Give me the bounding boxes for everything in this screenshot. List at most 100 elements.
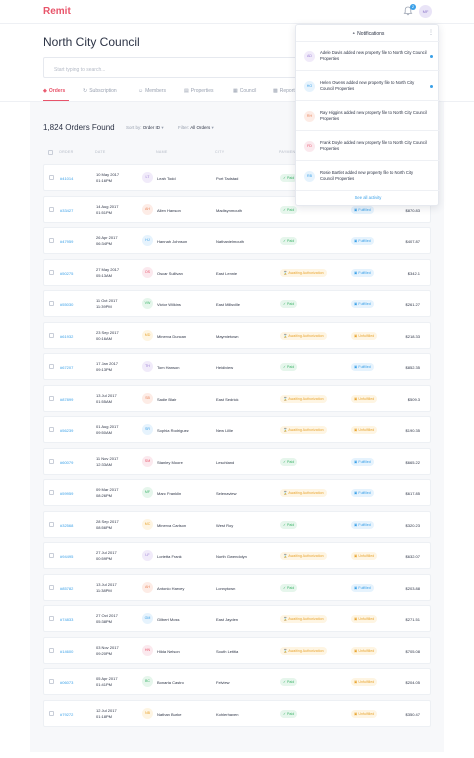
row-checkbox[interactable]	[49, 584, 54, 590]
order-id-link[interactable]: #50275	[60, 271, 73, 276]
order-id-link[interactable]: #47959	[60, 239, 73, 244]
table-row[interactable]: #74833 27 Oct 2017 05:38PM GM Gilbert Moss Ea…	[43, 605, 431, 632]
order-id-link[interactable]: #32568	[60, 523, 73, 528]
order-id-link[interactable]: #56239	[60, 428, 73, 433]
check-icon: ✓	[283, 176, 287, 180]
row-checkbox[interactable]	[49, 427, 54, 432]
customer-avatar: MC	[142, 518, 153, 530]
row-checkbox[interactable]	[49, 269, 54, 275]
order-id-link[interactable]: #61932	[60, 334, 73, 339]
time-text: 11:38PM	[96, 587, 112, 593]
column-header[interactable]: Date	[95, 150, 106, 154]
customer-avatar: OS	[142, 266, 153, 278]
row-checkbox[interactable]	[49, 553, 54, 558]
order-total: $271.51	[405, 617, 420, 622]
table-row[interactable]: #47959 26 Apr 2017 06:34PM HJ Hannah Johnson…	[43, 227, 431, 254]
customer-city: Leschland	[216, 459, 235, 465]
payment-status-text: Awaiting Authorization	[288, 491, 324, 495]
row-checkbox[interactable]	[49, 364, 54, 369]
column-header[interactable]: Order	[59, 150, 73, 154]
customer-city: East Sedrick	[216, 396, 239, 402]
building-icon: ▦	[233, 88, 238, 94]
order-date: 10 May 2017 01:16PM	[96, 172, 119, 184]
column-header[interactable]: City	[215, 150, 224, 154]
payment-status-text: Awaiting Authorization	[288, 428, 324, 432]
table-row[interactable]: #55030 11 Oct 2017 11:39PM VW Victor Wilkins…	[43, 290, 431, 317]
check-icon: ✓	[283, 365, 287, 369]
row-checkbox[interactable]	[49, 679, 54, 684]
row-checkbox[interactable]	[49, 490, 54, 495]
customer-name: Stanley Moore	[157, 459, 183, 465]
table-row[interactable]: #50275 27 May 2017 05:13AM OS Oscar Sullivan…	[43, 258, 431, 286]
order-id-link[interactable]: #59959	[60, 491, 73, 496]
customer-city: East Lennie	[216, 270, 238, 276]
order-id-link[interactable]: #41014	[60, 176, 73, 181]
order-id-link[interactable]: #87899	[60, 397, 73, 402]
row-checkbox[interactable]	[49, 710, 54, 716]
user-avatar[interactable]: MF	[419, 5, 432, 18]
notification-avatar: AD	[304, 51, 315, 62]
table-row[interactable]: #32568 28 Sep 2017 08:56PM MC Minerva Carlso…	[43, 510, 431, 538]
box-icon: ▣	[354, 680, 358, 684]
row-checkbox[interactable]	[49, 521, 54, 527]
table-row[interactable]: #56239 01 Aug 2017 09:50AM SR Sophia Rodrigu…	[43, 416, 431, 443]
row-checkbox[interactable]	[49, 332, 54, 338]
order-id-link[interactable]: #06073	[60, 680, 73, 685]
file-icon: ▤	[184, 88, 189, 94]
order-id-link[interactable]: #33427	[60, 208, 73, 213]
select-all-checkbox[interactable]	[48, 150, 53, 155]
row-checkbox[interactable]	[49, 616, 54, 621]
notification-item[interactable]: FD Frank Doyle added new property file to…	[296, 132, 440, 161]
column-header[interactable]: Name	[156, 150, 168, 154]
order-id-link[interactable]: #55030	[60, 302, 73, 307]
row-checkbox[interactable]	[49, 206, 54, 212]
table-row[interactable]: #14600 03 Nov 2017 09:20PM HN Hilda Nelson So…	[43, 636, 431, 664]
tab-subscription[interactable]: ↻ Subscription	[83, 88, 117, 94]
order-id-link[interactable]: #67207	[60, 365, 73, 370]
notification-item[interactable]: HO Helen Owens added new property file to…	[296, 72, 440, 101]
table-row[interactable]: #61932 23 Sep 2017 00:16AM MD Minerva Duncan…	[43, 321, 431, 349]
order-id-link[interactable]: #94495	[60, 554, 73, 559]
fulfillment-status-text: Fulfilled	[358, 239, 371, 243]
tab-members[interactable]: ☺ Members	[138, 88, 166, 94]
row-checkbox[interactable]	[49, 458, 54, 464]
notification-item[interactable]: RB Rosie Bartlet added new property file …	[296, 162, 440, 191]
table-row[interactable]: #59959 09 Mar 2017 08:26PM MF Marc Franklin S…	[43, 479, 431, 506]
see-all-activity-link[interactable]: See all activity	[296, 195, 440, 200]
order-id-link[interactable]: #85782	[60, 586, 73, 591]
payment-status-text: Paid	[287, 302, 295, 306]
tab-reports[interactable]: ▩ Reports	[273, 88, 297, 94]
order-id-link[interactable]: #79272	[60, 712, 73, 717]
tab-council[interactable]: ▦ Council	[233, 88, 256, 94]
table-row[interactable]: #85782 13 Jul 2017 11:38PM AH Antonio Harvey…	[43, 573, 431, 601]
customer-city: Madisynmouth	[216, 207, 243, 213]
table-row[interactable]: #60079 11 Nov 2017 12:33AM SM Stanley Moore L…	[43, 447, 431, 475]
table-row[interactable]: #06073 05 Apr 2017 01:41PM BC Bonarta Castro…	[43, 668, 431, 695]
more-vertical-icon[interactable]: ⋮	[428, 29, 434, 36]
time-text: 06:34PM	[96, 241, 113, 246]
app-logo[interactable]: Remit	[43, 6, 71, 17]
row-checkbox[interactable]	[49, 647, 54, 653]
table-row[interactable]: #67207 17 Jan 2017 09:13PM TH Tom Hanson Heid…	[43, 353, 431, 380]
tab-orders[interactable]: ◈ Orders	[43, 88, 65, 94]
sort-dropdown[interactable]: Sort by: Order ID ▾	[126, 125, 164, 131]
table-row[interactable]: #94495 27 Jul 2017 00:59PM LF Lorietta Frank…	[43, 542, 431, 569]
order-id-link[interactable]: #60079	[60, 460, 73, 465]
chart-icon: ▩	[273, 88, 278, 94]
filter-dropdown[interactable]: Filter: All Orders ▾	[178, 125, 214, 131]
order-id-link[interactable]: #14600	[60, 649, 73, 654]
order-total: $320.23	[405, 522, 420, 528]
order-total: $852.35	[405, 365, 420, 370]
notification-item[interactable]: RH Ray Higgins added new property file to…	[296, 102, 440, 131]
row-checkbox[interactable]	[49, 238, 54, 243]
row-checkbox[interactable]	[49, 301, 54, 306]
payment-status-badge: ✓ Paid	[280, 520, 298, 529]
row-checkbox[interactable]	[49, 395, 54, 401]
table-row[interactable]: #79272 12 Jul 2017 01:18PM NB Nathan Burke Ko…	[43, 699, 431, 727]
row-checkbox[interactable]	[49, 175, 54, 180]
table-row[interactable]: #87899 13 Jul 2017 01:55AM SB Sadie Blair Eas…	[43, 384, 431, 412]
notification-item[interactable]: AD Adele Davis added new property file to…	[296, 42, 440, 71]
tab-properties[interactable]: ▤ Properties	[184, 88, 214, 94]
order-id-link[interactable]: #74833	[60, 617, 73, 622]
check-icon: ✓	[283, 302, 287, 306]
